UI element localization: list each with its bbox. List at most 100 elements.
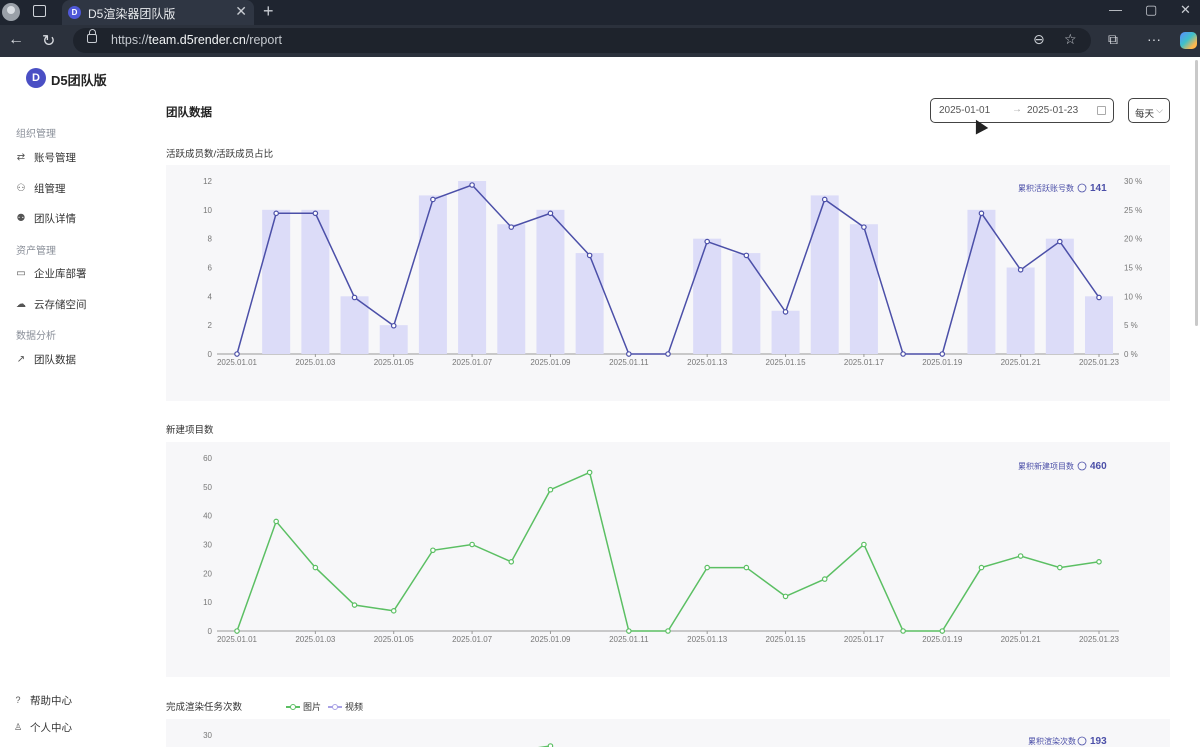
calendar-icon — [1097, 106, 1106, 115]
arrow-right-icon: → — [1012, 104, 1022, 115]
legend-video-label: 视频 — [345, 702, 364, 712]
maximize-icon[interactable]: ▢ — [1145, 2, 1157, 18]
x-tick-label: 2025.01.03 — [295, 358, 336, 367]
bar — [810, 195, 839, 354]
chart-active-members-label: 活跃成员数/活跃成员占比 — [166, 149, 274, 160]
window-close-icon[interactable]: ✕ — [1180, 2, 1191, 18]
date-range-picker[interactable]: 2025-01-01 → 2025-01-23 — [930, 98, 1114, 123]
legend-video[interactable]: 视频 — [328, 700, 363, 713]
logo-icon: D — [26, 68, 46, 88]
close-icon[interactable]: ✕ — [235, 3, 247, 20]
profile-center-link[interactable]: ♙ 个人中心 — [12, 720, 72, 735]
date-start[interactable]: 2025-01-01 — [939, 105, 990, 116]
help-label: 帮助中心 — [30, 695, 72, 707]
line-point — [939, 351, 946, 357]
line-point — [978, 210, 985, 217]
browser-tab-bar: D D5渲染器团队版 ✕ + — ▢ ✕ — [0, 0, 1200, 25]
tab-title: D5渲染器团队版 — [88, 7, 176, 21]
x-tick-label: 2025.01.13 — [687, 635, 728, 644]
trend-icon: ↗ — [16, 353, 26, 365]
legend-image-label: 图片 — [303, 702, 322, 712]
line-point — [273, 210, 279, 217]
line-point — [1096, 559, 1102, 565]
sidebar-item-group[interactable]: ⚇ 组管理 — [14, 178, 66, 198]
line-point — [430, 196, 436, 203]
star-icon[interactable]: ☆ — [1064, 31, 1077, 48]
legend-image[interactable]: 图片 — [286, 700, 321, 713]
sidebar-item-library[interactable]: ▭ 企业库部署 — [14, 263, 87, 283]
profile-label: 个人中心 — [30, 722, 72, 734]
bar — [379, 325, 408, 354]
tabs-icon[interactable] — [33, 5, 46, 17]
url-input[interactable]: https://team.d5render.cn/report ⊖ ☆ — [73, 28, 1091, 53]
line-point — [547, 486, 554, 493]
line-point — [665, 628, 671, 634]
legend-image-icon — [286, 703, 300, 711]
main-content: 团队数据 2025-01-01 → 2025-01-23 每天 ⌵ 活跃成员数/… — [140, 57, 1200, 747]
line-point — [351, 294, 358, 301]
date-end[interactable]: 2025-01-23 — [1027, 105, 1078, 116]
y-right-tick-label: 15 % — [1124, 264, 1142, 273]
line-point — [273, 518, 279, 525]
x-tick-label: 2025.01.17 — [844, 635, 885, 644]
y-tick-label: 30 — [203, 731, 212, 740]
back-icon[interactable]: ← — [8, 31, 24, 49]
line-point — [547, 210, 554, 217]
chart-new-projects-panel: 0 10 20 30 40 50 60 2025.01.01 2025.01.03 2025.01… — [166, 442, 1170, 677]
period-select[interactable]: 每天 ⌵ — [1128, 98, 1170, 123]
line-point — [312, 210, 319, 217]
more-icon[interactable]: ··· — [1147, 31, 1161, 47]
y-tick-label: 30 — [203, 541, 212, 550]
line-point — [743, 252, 750, 259]
section-org: 组织管理 — [16, 129, 56, 140]
extensions-icon[interactable]: ⧉ — [1108, 31, 1118, 48]
lock-icon — [87, 29, 97, 43]
y-tick-label: 50 — [203, 483, 212, 492]
y-left-tick-label: 2 — [208, 321, 213, 330]
y-left-tick-label: 4 — [208, 292, 213, 301]
summary-value: 193 — [1090, 736, 1107, 747]
bar — [693, 238, 722, 354]
bar — [301, 209, 330, 354]
chart-active-members: 0 2 4 6 8 10 12 0 % 5 % 10 % 15 % 20 % 25 % 30 % 2025.… — [203, 177, 1142, 367]
profile-icon[interactable] — [2, 3, 20, 21]
x-tick-label: 2025.01.05 — [374, 358, 415, 367]
line-point — [626, 628, 632, 634]
chevron-down-icon: ⌵ — [1156, 105, 1163, 115]
sidebar-item-cloud[interactable]: ☁ 云存储空间 — [14, 294, 87, 314]
line-point — [390, 608, 397, 614]
y-tick-label: 10 — [203, 598, 212, 607]
y-right-tick-label: 30 % — [1124, 177, 1142, 186]
line-point — [704, 564, 710, 571]
help-center-link[interactable]: ? 帮助中心 — [12, 693, 72, 708]
x-tick-label: 2025.01.07 — [452, 635, 493, 644]
y-left-tick-label: 8 — [208, 235, 213, 244]
y-left-tick-label: 6 — [208, 264, 213, 273]
chart-render-tasks: 30 累积渲染次数 193 — [203, 731, 1107, 747]
bar — [771, 310, 800, 354]
sidebar-item-label: 账号管理 — [34, 151, 76, 164]
line-point — [782, 309, 789, 315]
copilot-icon[interactable] — [1180, 32, 1197, 49]
sidebar-item-team-detail[interactable]: ⚉ 团队详情 — [14, 208, 76, 228]
zoom-icon[interactable]: ⊖ — [1033, 31, 1045, 48]
x-tick-label: 2025.01.09 — [530, 635, 571, 644]
user-icon: ♙ — [13, 721, 23, 732]
sidebar-item-label: 云存储空间 — [34, 298, 87, 311]
line-point — [390, 322, 397, 329]
y-left-tick-label: 0 — [208, 350, 213, 359]
sidebar-item-label: 企业库部署 — [34, 267, 87, 280]
plus-icon[interactable]: + — [263, 1, 274, 22]
minimize-icon[interactable]: — — [1109, 2, 1122, 17]
line-point — [586, 469, 593, 476]
y-tick-label: 40 — [203, 512, 212, 521]
sidebar-item-team-data[interactable]: ↗ 团队数据 — [14, 349, 76, 369]
browser-tab[interactable]: D D5渲染器团队版 ✕ — [62, 0, 254, 25]
line-point — [586, 252, 593, 259]
legend-video-icon — [328, 703, 342, 711]
reload-icon[interactable]: ↻ — [42, 31, 55, 51]
page-scrollbar[interactable] — [1195, 60, 1198, 326]
line-point — [234, 628, 240, 634]
sidebar-item-account[interactable]: ⇄ 账号管理 — [14, 147, 76, 167]
line-point — [234, 351, 240, 357]
